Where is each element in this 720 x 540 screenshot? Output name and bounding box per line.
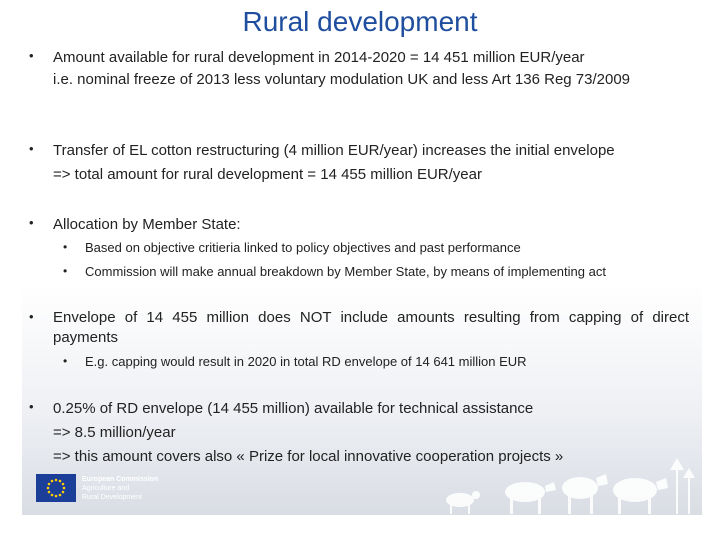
bullet-3-sub-1: Based on objective critieria linked to p…: [85, 240, 521, 255]
bullet-dot: •: [29, 309, 34, 324]
bullet-5-line-1: 0.25% of RD envelope (14 455 million) av…: [53, 400, 534, 417]
bullet-3: Allocation by Member State:: [53, 213, 693, 237]
bullet-2-line-2: => total amount for rural development = …: [53, 166, 482, 183]
bullet-3-sub-2: Commission will make annual breakdown by…: [85, 264, 606, 279]
bullet-4: Envelope of 14 455 million does NOT incl…: [53, 309, 689, 346]
bullet-5-line-2: => 8.5 million/year: [53, 424, 176, 441]
sub-bullet-dot: •: [63, 240, 68, 254]
sub-bullet-dot: •: [63, 264, 68, 278]
eu-stars-icon: [46, 478, 66, 498]
bullet-3-line-1: Allocation by Member State:: [53, 216, 241, 233]
bullet-1-line-2: i.e. nominal freeze of 2013 less volunta…: [53, 71, 631, 88]
bullet-dot: •: [29, 48, 34, 63]
sub-bullet-dot: •: [63, 354, 68, 368]
bullet-dot: •: [29, 141, 34, 156]
bullet-dot: •: [29, 399, 34, 414]
footer-line-3: Rural Development: [82, 494, 142, 501]
bullet-1-line-1: Amount available for rural development i…: [53, 49, 585, 66]
bullet-dot: •: [29, 215, 34, 230]
eu-commission-label: European Commission Agriculture and Rura…: [82, 475, 158, 502]
eu-flag-logo: [36, 474, 76, 502]
bullet-2: Transfer of EL cotton restructuring (4 m…: [53, 139, 693, 187]
bullet-2-line-1: Transfer of EL cotton restructuring (4 m…: [53, 142, 615, 159]
farm-animals-illustration: [446, 458, 695, 514]
footer-line-1: European Commission: [82, 476, 159, 483]
footer-line-2: Agriculture and: [82, 485, 130, 492]
bullet-1: Amount available for rural development i…: [53, 46, 693, 90]
bullet-4-sub-1: E.g. capping would result in 2020 in tot…: [85, 354, 527, 369]
